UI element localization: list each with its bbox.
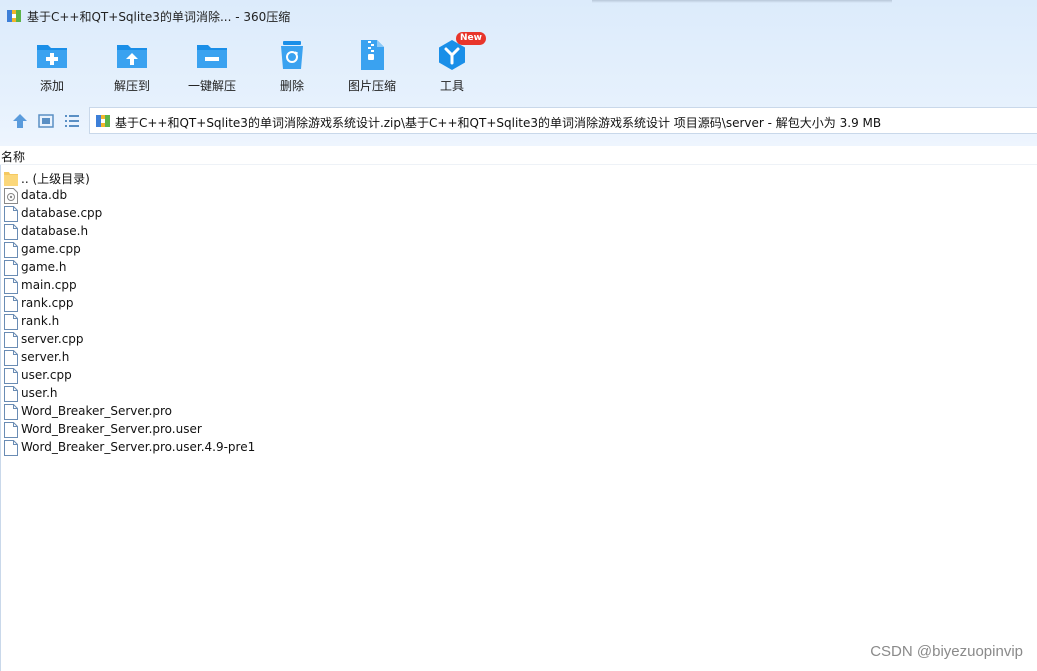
list-item[interactable]: Word_Breaker_Server.pro <box>0 403 1037 421</box>
list-item[interactable]: game.h <box>0 259 1037 277</box>
tools-button[interactable]: New 工具 <box>412 32 492 98</box>
column-name-label: 名称 <box>1 150 26 164</box>
app-icon <box>7 10 21 22</box>
folder-minus-icon <box>197 45 227 68</box>
list-item[interactable]: database.h <box>0 223 1037 241</box>
file-name: server.h <box>21 350 70 364</box>
new-badge: New <box>456 32 486 45</box>
list-item[interactable]: database.cpp <box>0 205 1037 223</box>
extract-to-label: 解压到 <box>113 79 150 93</box>
list-item[interactable]: data.db <box>0 187 1037 205</box>
file-name: game.h <box>21 260 67 274</box>
window-title: 基于C++和QT+Sqlite3的单词消除... - 360压缩 <box>27 10 291 24</box>
list-item[interactable]: game.cpp <box>0 241 1037 259</box>
image-compress-button[interactable]: 图片压缩 <box>332 38 412 98</box>
file-icon <box>4 350 18 366</box>
list-item[interactable]: rank.cpp <box>0 295 1037 313</box>
watermark: CSDN @biyezuopinvip <box>870 643 1023 660</box>
titlebar-shadow <box>592 0 892 3</box>
file-icon <box>4 404 18 420</box>
file-icon <box>4 332 18 348</box>
file-name: user.h <box>21 386 58 400</box>
list-item[interactable]: server.cpp <box>0 331 1037 349</box>
zip-file-icon <box>361 40 384 70</box>
file-icon <box>4 206 18 222</box>
file-icon <box>4 242 18 258</box>
recycle-bin-icon <box>281 41 303 69</box>
up-arrow-icon[interactable] <box>11 112 29 130</box>
file-name: rank.h <box>21 314 60 328</box>
archive-icon <box>96 115 110 127</box>
file-icon <box>4 224 18 240</box>
list-item[interactable]: server.h <box>0 349 1037 367</box>
file-icon <box>4 260 18 276</box>
address-path: 基于C++和QT+Sqlite3的单词消除游戏系统设计.zip\基于C++和QT… <box>115 116 882 130</box>
add-button[interactable]: 添加 <box>12 38 92 98</box>
file-name: Word_Breaker_Server.pro.user <box>21 422 202 436</box>
file-name: user.cpp <box>21 368 72 382</box>
file-icon <box>4 368 18 384</box>
list-item[interactable]: rank.h <box>0 313 1037 331</box>
folder-plus-icon <box>37 45 67 68</box>
folder-upload-icon <box>117 45 147 68</box>
file-icon <box>4 314 18 330</box>
tools-label: 工具 <box>439 79 464 93</box>
extract-to-button[interactable]: 解压到 <box>92 38 172 98</box>
file-name: rank.cpp <box>21 296 74 310</box>
file-name: main.cpp <box>21 278 77 292</box>
file-icon <box>4 422 18 438</box>
image-compress-label: 图片压缩 <box>347 79 396 93</box>
one-click-extract-label: 一键解压 <box>187 79 236 93</box>
file-icon <box>4 386 18 402</box>
file-name: Word_Breaker_Server.pro <box>21 404 173 418</box>
file-icon <box>4 296 18 312</box>
title-bar[interactable]: 基于C++和QT+Sqlite3的单词消除... - 360压缩 <box>0 0 1037 32</box>
list-item[interactable]: .. (上级目录) <box>0 169 1037 187</box>
list-item[interactable]: user.cpp <box>0 367 1037 385</box>
file-name: database.cpp <box>21 206 103 220</box>
list-item[interactable]: user.h <box>0 385 1037 403</box>
add-label: 添加 <box>39 79 64 93</box>
toolbar: 添加 解压到 一键解压 删除 图片压缩 New 工具 <box>0 32 1037 100</box>
file-name: .. (上级目录) <box>21 172 90 186</box>
list-item[interactable]: main.cpp <box>0 277 1037 295</box>
file-name: database.h <box>21 224 89 238</box>
window-header: 基于C++和QT+Sqlite3的单词消除... - 360压缩 添加 解压到 <box>0 0 1037 146</box>
one-click-extract-button[interactable]: 一键解压 <box>172 38 252 98</box>
folder-icon <box>4 172 18 186</box>
file-name: data.db <box>21 188 68 202</box>
delete-button[interactable]: 删除 <box>252 38 332 98</box>
address-bar[interactable]: 基于C++和QT+Sqlite3的单词消除游戏系统设计.zip\基于C++和QT… <box>89 107 1037 134</box>
address-row: 基于C++和QT+Sqlite3的单词消除游戏系统设计.zip\基于C++和QT… <box>0 106 1037 136</box>
file-name: game.cpp <box>21 242 81 256</box>
file-icon <box>4 278 18 294</box>
thumbnail-view-icon[interactable] <box>37 112 55 130</box>
list-item[interactable]: Word_Breaker_Server.pro.user.4.9-pre1 <box>0 439 1037 457</box>
column-header-name[interactable]: 名称 <box>0 146 1037 165</box>
file-icon <box>4 440 18 456</box>
list-view-icon[interactable] <box>63 112 81 130</box>
delete-label: 删除 <box>279 79 304 93</box>
file-name: server.cpp <box>21 332 84 346</box>
list-item[interactable]: Word_Breaker_Server.pro.user <box>0 421 1037 439</box>
file-list: .. (上级目录) data.db database.cpp database.… <box>0 169 1037 457</box>
db-file-icon <box>4 188 18 204</box>
file-name: Word_Breaker_Server.pro.user.4.9-pre1 <box>21 440 256 454</box>
